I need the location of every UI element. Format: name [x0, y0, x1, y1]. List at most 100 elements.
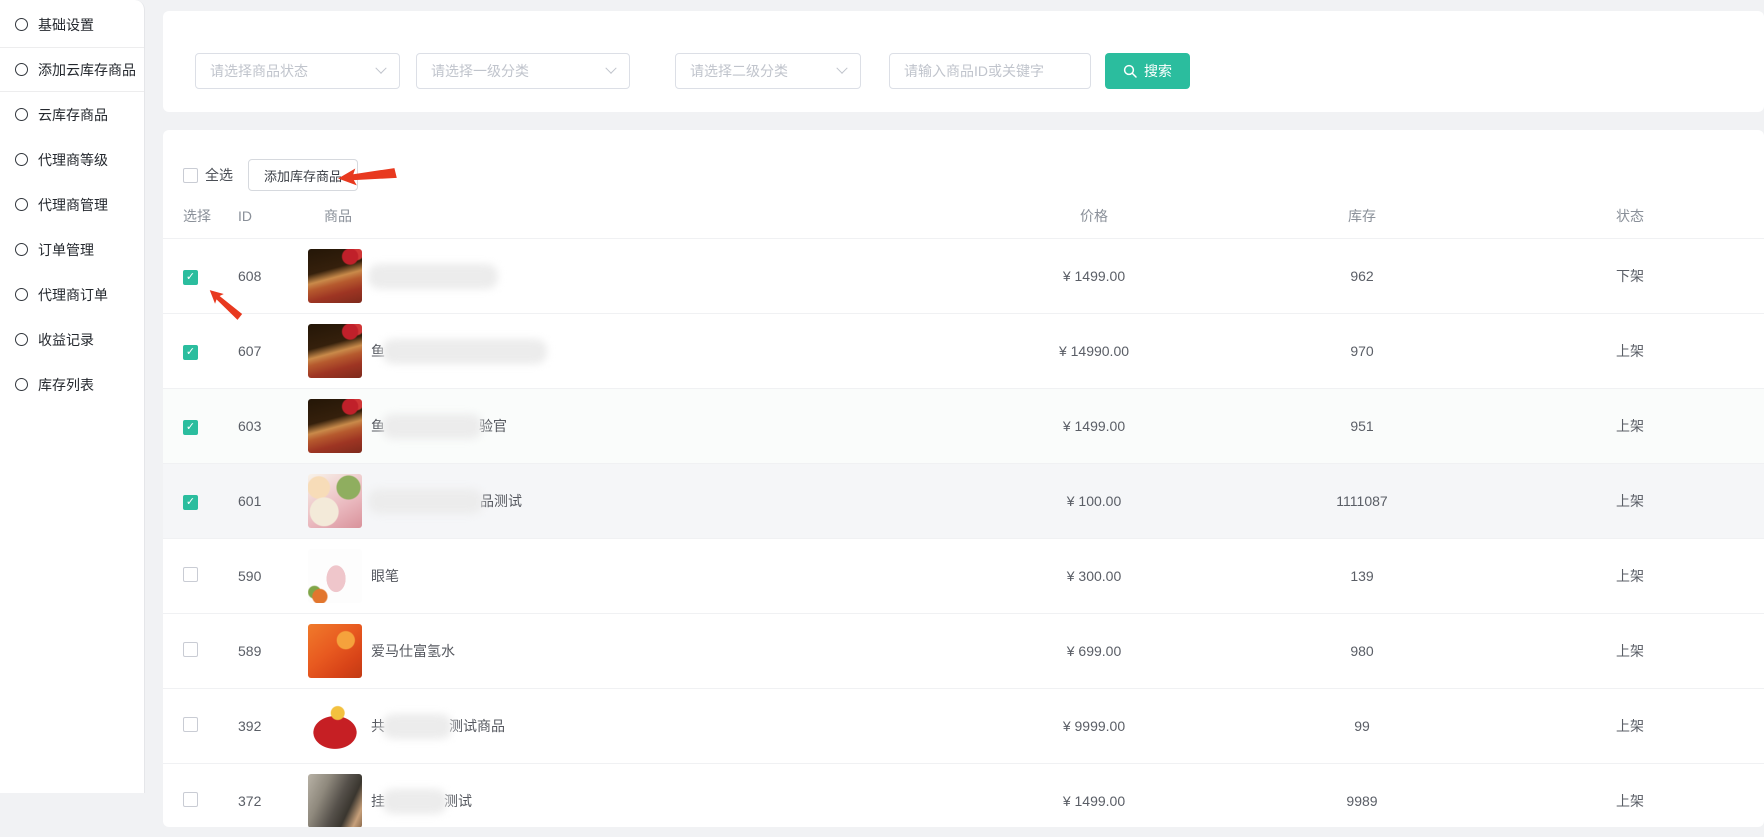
header-id: ID	[238, 208, 308, 224]
row-status: 上架	[1496, 341, 1764, 361]
sidebar-item-label: 收益记录	[38, 330, 94, 350]
sidebar-item-4[interactable]: 代理商等级	[0, 137, 144, 182]
product-status-placeholder: 请选择商品状态	[210, 61, 308, 81]
row-stock: 1111087	[1228, 493, 1496, 509]
row-id: 608	[238, 268, 308, 284]
sidebar: 基础设置 添加云库存商品 云库存商品 代理商等级 代理商管理 订单管理 代理商订…	[0, 0, 145, 793]
row-stock: 970	[1228, 343, 1496, 359]
sidebar-item-8[interactable]: 收益记录	[0, 317, 144, 362]
sidebar-item-label: 添加云库存商品	[38, 60, 136, 80]
sidebar-item-6[interactable]: 订单管理	[0, 227, 144, 272]
radio-circle-icon	[15, 333, 28, 346]
censored-name-blur	[382, 339, 547, 364]
censored-name-blur	[382, 414, 482, 439]
sidebar-menu: 基础设置 添加云库存商品 云库存商品 代理商等级 代理商管理 订单管理 代理商订…	[0, 2, 144, 407]
category-level2-placeholder: 请选择二级分类	[690, 61, 788, 81]
censored-name-blur	[368, 489, 483, 514]
product-thumbnail	[308, 699, 362, 753]
sidebar-item-label: 代理商订单	[38, 285, 108, 305]
row-checkbox[interactable]	[183, 495, 198, 510]
row-checkbox[interactable]	[183, 792, 198, 807]
product-thumbnail	[308, 324, 362, 378]
header-stock: 库存	[1228, 206, 1496, 226]
row-price: ¥ 14990.00	[960, 343, 1228, 359]
table-row: 589 爱马仕富氢水 ¥ 699.00 980 上架	[163, 613, 1764, 688]
sidebar-item-label: 订单管理	[38, 240, 94, 260]
table-row: 392 共测试商品 ¥ 9999.00 99 上架	[163, 688, 1764, 763]
row-checkbox[interactable]	[183, 642, 198, 657]
product-name: 爱马仕富氢水	[371, 641, 455, 661]
sidebar-item-7[interactable]: 代理商订单	[0, 272, 144, 317]
sidebar-item-3[interactable]: 云库存商品	[0, 92, 144, 137]
page: 基础设置 添加云库存商品 云库存商品 代理商等级 代理商管理 订单管理 代理商订…	[0, 0, 1764, 837]
censored-name-blur	[368, 264, 498, 289]
sidebar-item-label: 代理商等级	[38, 150, 108, 170]
row-price: ¥ 9999.00	[960, 718, 1228, 734]
table-row: 372 挂测试 ¥ 1499.00 9989 上架	[163, 763, 1764, 827]
sidebar-item-5[interactable]: 代理商管理	[0, 182, 144, 227]
select-all-checkbox[interactable]	[183, 168, 198, 183]
row-stock: 962	[1228, 268, 1496, 284]
search-button-label: 搜索	[1144, 61, 1172, 81]
row-stock: 99	[1228, 718, 1496, 734]
row-status: 上架	[1496, 641, 1764, 661]
row-price: ¥ 699.00	[960, 643, 1228, 659]
product-thumbnail	[308, 399, 362, 453]
keyword-input[interactable]	[889, 53, 1091, 89]
censored-name-blur	[382, 714, 452, 739]
add-stock-product-button[interactable]: 添加库存商品	[248, 159, 358, 191]
header-status: 状态	[1496, 206, 1764, 226]
category-level2-select[interactable]: 请选择二级分类	[675, 53, 861, 89]
row-stock: 951	[1228, 418, 1496, 434]
row-checkbox[interactable]	[183, 567, 198, 582]
row-id: 589	[238, 643, 308, 659]
sidebar-item-label: 库存列表	[38, 375, 94, 395]
table-row: 601 品测试 ¥ 100.00 1111087 上架	[163, 463, 1764, 538]
product-status-select[interactable]: 请选择商品状态	[195, 53, 400, 89]
sidebar-item-2[interactable]: 添加云库存商品	[0, 47, 144, 92]
radio-circle-icon	[15, 243, 28, 256]
radio-circle-icon	[15, 153, 28, 166]
radio-circle-icon	[15, 198, 28, 211]
category-level1-select[interactable]: 请选择一级分类	[416, 53, 630, 89]
sidebar-item-1[interactable]: 基础设置	[0, 2, 144, 47]
category-level1-placeholder: 请选择一级分类	[431, 61, 529, 81]
sidebar-item-label: 云库存商品	[38, 105, 108, 125]
row-id: 392	[238, 718, 308, 734]
chevron-down-icon	[836, 63, 847, 74]
row-id: 607	[238, 343, 308, 359]
censored-name-blur	[382, 789, 447, 814]
search-button[interactable]: 搜索	[1105, 53, 1190, 89]
sidebar-item-label: 代理商管理	[38, 195, 108, 215]
radio-circle-icon	[15, 108, 28, 121]
sidebar-item-9[interactable]: 库存列表	[0, 362, 144, 407]
row-stock: 9989	[1228, 793, 1496, 809]
sidebar-item-label: 基础设置	[38, 15, 94, 35]
row-id: 372	[238, 793, 308, 809]
product-thumbnail	[308, 624, 362, 678]
row-checkbox[interactable]	[183, 420, 198, 435]
row-id: 601	[238, 493, 308, 509]
radio-circle-icon	[15, 288, 28, 301]
row-status: 上架	[1496, 716, 1764, 736]
row-checkbox[interactable]	[183, 717, 198, 732]
radio-circle-icon	[15, 63, 28, 76]
filter-bar: 请选择商品状态 请选择一级分类 请选择二级分类 搜索	[163, 11, 1764, 112]
row-checkbox[interactable]	[183, 345, 198, 360]
product-name: 鱼	[371, 339, 544, 364]
table-body: 608 ¥ 1499.00 962 下架 607 鱼 ¥ 14990.00 97…	[163, 238, 1764, 827]
row-price: ¥ 1499.00	[960, 793, 1228, 809]
chevron-down-icon	[605, 63, 616, 74]
product-name: 共测试商品	[371, 714, 505, 739]
main-content: 请选择商品状态 请选择一级分类 请选择二级分类 搜索	[163, 11, 1764, 827]
row-checkbox[interactable]	[183, 270, 198, 285]
header-select: 选择	[183, 206, 238, 226]
header-price: 价格	[960, 206, 1228, 226]
product-thumbnail	[308, 474, 362, 528]
product-thumbnail	[308, 549, 362, 603]
chevron-down-icon	[375, 63, 386, 74]
product-name: 眼笔	[371, 566, 399, 586]
product-thumbnail	[308, 774, 362, 827]
header-product: 商品	[308, 206, 960, 226]
table-row: 607 鱼 ¥ 14990.00 970 上架	[163, 313, 1764, 388]
